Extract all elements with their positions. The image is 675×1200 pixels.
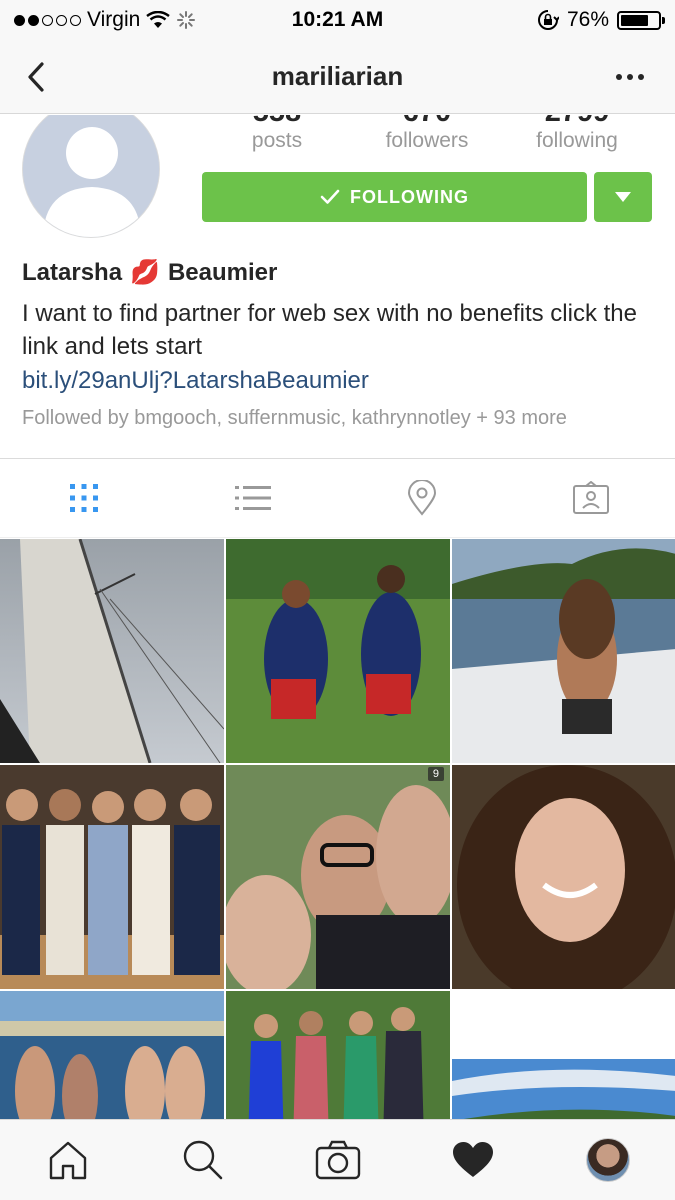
profile-avatar[interactable] xyxy=(22,115,160,238)
search-icon xyxy=(183,1140,222,1180)
photo-piggyback[interactable] xyxy=(226,539,450,763)
profile-header: 558 posts 670 followers 2799 following F… xyxy=(0,115,675,458)
following-stat[interactable]: 2799 following xyxy=(502,115,652,153)
bottom-tab-bar xyxy=(0,1119,675,1200)
orientation-lock-icon xyxy=(538,10,559,30)
wifi-icon xyxy=(146,11,171,28)
heart-icon xyxy=(452,1142,493,1177)
following-label: following xyxy=(536,129,618,152)
tab-search[interactable] xyxy=(135,1139,270,1181)
tab-grid[interactable] xyxy=(0,459,169,537)
first-name: Latarsha xyxy=(22,258,123,286)
tab-activity[interactable] xyxy=(405,1141,540,1179)
followers-label: followers xyxy=(385,129,469,152)
posts-count: 558 xyxy=(202,115,352,129)
tagged-photos-icon xyxy=(572,481,609,514)
more-options-icon[interactable] xyxy=(613,70,647,84)
last-name: Beaumier xyxy=(167,258,278,286)
page-title: mariliarian xyxy=(271,61,404,91)
photo-landscape[interactable] xyxy=(452,991,675,1119)
followed-by-text[interactable]: Followed by bmgooch, suffernmusic, kathr… xyxy=(22,407,662,430)
profile-bio: Latarsha 💋 Beaumier I want to find partn… xyxy=(22,258,662,430)
photo-beach[interactable] xyxy=(0,991,224,1119)
tab-tagged[interactable] xyxy=(506,459,675,537)
status-bar: Virgin 10:21 AM 76% xyxy=(0,0,675,40)
navigation-bar: mariliarian xyxy=(0,40,675,114)
signal-strength-icon xyxy=(14,14,81,26)
profile-avatar-icon xyxy=(585,1138,630,1182)
list-icon xyxy=(235,486,272,510)
status-right: 76% xyxy=(537,8,665,32)
home-icon xyxy=(49,1141,86,1180)
photo-boat-lake[interactable] xyxy=(452,539,675,763)
status-left: Virgin xyxy=(14,8,537,32)
carrier-label: Virgin xyxy=(87,8,141,31)
suggested-accounts-dropdown-button[interactable] xyxy=(594,172,652,222)
photo-prom-group[interactable] xyxy=(226,991,450,1119)
battery-icon xyxy=(617,10,665,30)
photo-graduation[interactable] xyxy=(0,765,224,989)
tab-home[interactable] xyxy=(0,1140,135,1180)
checkmark-icon xyxy=(320,189,340,204)
tab-list[interactable] xyxy=(169,459,338,537)
back-chevron-icon[interactable] xyxy=(20,58,56,96)
album-count-badge: 9 xyxy=(427,767,444,781)
activity-spinner-icon xyxy=(177,11,196,29)
profile-full-name: Latarsha 💋 Beaumier xyxy=(22,258,662,287)
photo-sailboat[interactable] xyxy=(0,539,224,763)
bio-text: I want to find partner for web sex with … xyxy=(22,300,637,360)
photo-curly-selfie[interactable] xyxy=(452,765,675,989)
photo-grid: 9 xyxy=(0,539,675,1119)
tab-map[interactable] xyxy=(338,459,507,537)
following-count: 2799 xyxy=(502,115,652,129)
camera-icon xyxy=(315,1140,360,1180)
photo-selfie-group[interactable]: 9 xyxy=(226,765,450,989)
location-pin-icon xyxy=(407,480,436,516)
bio-link[interactable]: bit.ly/29anUlj?LatarshaBeaumier xyxy=(22,367,662,395)
posts-label: posts xyxy=(251,129,303,152)
profile-stats: 558 posts 670 followers 2799 following xyxy=(202,115,652,153)
profile-view-tabs xyxy=(0,458,675,538)
following-button[interactable]: FOLLOWING xyxy=(202,172,587,222)
grid-icon xyxy=(70,484,99,512)
followers-stat[interactable]: 670 followers xyxy=(352,115,502,153)
followers-count: 670 xyxy=(352,115,502,129)
tab-profile[interactable] xyxy=(540,1138,675,1182)
caret-down-icon xyxy=(615,192,631,202)
tab-camera[interactable] xyxy=(270,1140,405,1180)
posts-stat: 558 posts xyxy=(202,115,352,153)
battery-percent: 76% xyxy=(566,8,609,31)
default-avatar-icon xyxy=(23,115,159,237)
following-button-label: FOLLOWING xyxy=(350,186,469,207)
kiss-emoji: 💋 xyxy=(130,259,160,286)
